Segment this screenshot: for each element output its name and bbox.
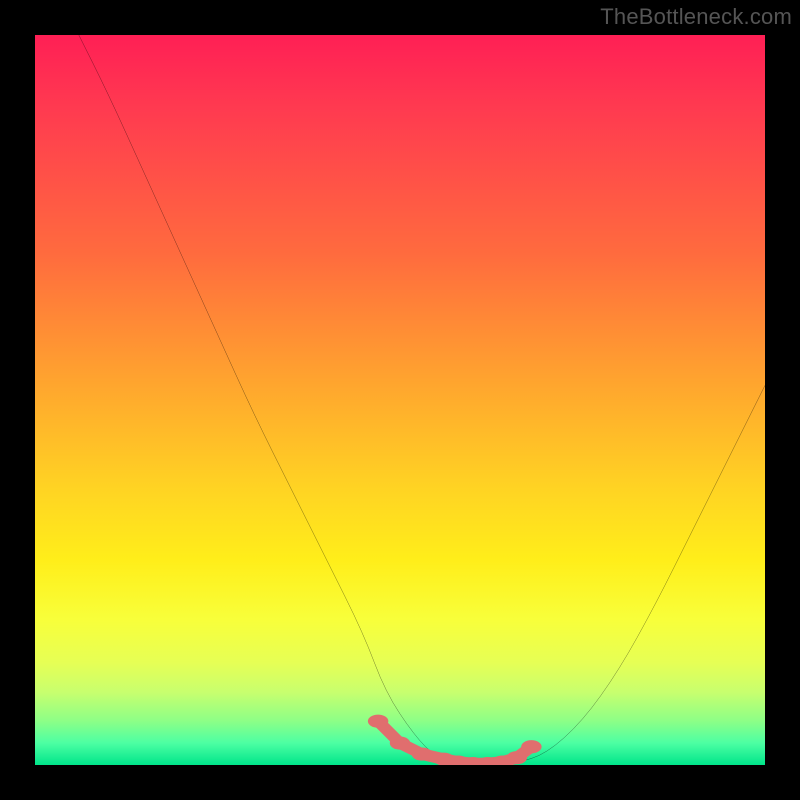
bottleneck-curve-path [79, 35, 765, 765]
curve-marker [521, 740, 541, 753]
bottleneck-curve-svg [35, 35, 765, 765]
watermark-text: TheBottleneck.com [600, 4, 792, 30]
chart-frame: TheBottleneck.com [0, 0, 800, 800]
curve-marker [368, 715, 388, 728]
marker-group [368, 715, 542, 765]
curve-marker [507, 751, 527, 764]
curve-marker [390, 737, 410, 750]
curve-marker [412, 747, 432, 760]
